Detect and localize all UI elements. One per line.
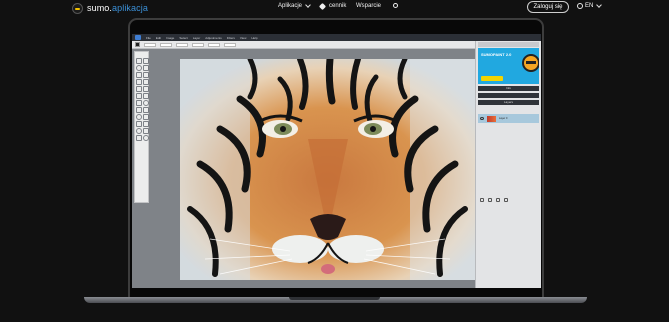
trash-icon[interactable] — [504, 198, 508, 202]
blur-tool-icon — [136, 114, 142, 120]
chevron-down-icon — [596, 2, 603, 8]
option-field — [160, 42, 172, 47]
option-field — [208, 42, 220, 47]
brush-tool-icon — [136, 79, 142, 85]
login-button[interactable]: Zaloguj się — [527, 1, 569, 13]
sumopaint-ad-banner[interactable]: SUMOPAINT 2.0 — [478, 48, 539, 84]
sumo-mascot-icon — [522, 54, 539, 72]
laptop-notch — [289, 297, 380, 300]
folder-icon[interactable] — [488, 198, 492, 202]
info-panel-bar[interactable]: Info — [478, 86, 539, 91]
nav-support-label: Wsparcie — [356, 3, 382, 9]
editor-canvas-area[interactable] — [150, 49, 475, 288]
lasso-tool-icon — [136, 65, 142, 71]
layer-name: Layer 0 — [499, 117, 508, 120]
settings-icon[interactable] — [496, 198, 500, 202]
select-tool-icon — [143, 58, 149, 64]
color-swatch — [135, 42, 140, 47]
sumo-mascot-icon — [72, 2, 83, 14]
tiger-illustration — [180, 59, 475, 280]
eye-icon[interactable] — [480, 117, 484, 120]
nav-apps-dropdown[interactable]: Aplikacje — [278, 2, 311, 9]
logo-text: sumo.aplikacja — [87, 3, 148, 13]
sumopaint-logo-icon — [135, 35, 141, 40]
add-layer-icon[interactable] — [480, 198, 484, 202]
ad-title: SUMOPAINT 2.0 — [481, 52, 512, 57]
fill-tool-icon — [143, 86, 149, 92]
nav-pricing-label: cennik — [329, 3, 347, 9]
pen-tool-icon — [143, 107, 149, 113]
nav-support-link[interactable]: Wsparcie — [356, 3, 381, 9]
panel-header — [478, 42, 539, 47]
editor-menubar: File Edit Image Select Layer Adjustments… — [132, 34, 541, 41]
nav-pricing-link[interactable]: cennik — [318, 2, 347, 10]
dodge-tool-icon — [136, 128, 142, 134]
ellipse-tool-icon — [143, 100, 149, 106]
option-field — [176, 42, 188, 47]
shape-tool-icon — [136, 100, 142, 106]
clone-tool-icon — [136, 121, 142, 127]
theme-toggle-icon — [393, 3, 398, 8]
tag-icon — [318, 2, 327, 10]
chevron-down-icon — [305, 2, 311, 8]
smudge-tool-icon — [143, 114, 149, 120]
eyedropper-tool-icon — [143, 72, 149, 78]
editor-menu-layer: Layer — [192, 35, 201, 40]
editor-menu-view: View — [239, 35, 247, 40]
theme-toggle[interactable] — [393, 3, 398, 8]
option-field — [144, 42, 156, 47]
editor-menu-filters: Filters — [226, 35, 235, 40]
editor-right-panel: SUMOPAINT 2.0 Info Layers Layer 0 — [475, 41, 541, 288]
panel-bar[interactable] — [478, 93, 539, 98]
editor-menu-select: Select — [179, 35, 188, 40]
top-navbar: sumo.aplikacja Aplikacje cennik Wsparcie… — [0, 0, 669, 16]
gradient-tool-icon — [136, 93, 142, 99]
eraser-tool-icon — [136, 86, 142, 92]
text-tool-icon — [143, 93, 149, 99]
pencil-tool-icon — [143, 79, 149, 85]
layers-footer — [478, 197, 540, 203]
laptop-screen: File Edit Image Select Layer Adjustments… — [132, 34, 541, 288]
layers-panel-bar[interactable]: Layers — [478, 100, 539, 105]
option-field — [192, 42, 204, 47]
move-tool-icon — [136, 58, 142, 64]
editor-menu-adjustments: Adjustments — [205, 35, 222, 40]
zoom-tool-icon — [143, 135, 149, 141]
language-label: EN — [585, 3, 594, 9]
ad-button[interactable] — [481, 76, 503, 81]
layer-thumbnail — [487, 115, 496, 122]
tiger-photo — [180, 59, 475, 280]
editor-toolbox — [134, 51, 149, 203]
editor-menu-edit: Edit — [155, 35, 162, 40]
burn-tool-icon — [143, 128, 149, 134]
editor-menu-help: Help — [251, 35, 258, 40]
hand-tool-icon — [136, 135, 142, 141]
editor-menu-image: Image — [166, 35, 175, 40]
crop-tool-icon — [136, 72, 142, 78]
globe-icon — [577, 3, 583, 9]
language-selector[interactable]: EN — [577, 2, 603, 9]
heal-tool-icon — [143, 121, 149, 127]
wand-tool-icon — [143, 65, 149, 71]
nav-apps-label: Aplikacje — [278, 3, 303, 9]
layer-options — [478, 108, 539, 113]
option-field — [224, 42, 236, 47]
line-tool-icon — [136, 107, 142, 113]
editor-menu-file: File — [146, 35, 151, 40]
site-logo[interactable]: sumo.aplikacja — [72, 2, 148, 14]
layer-row[interactable]: Layer 0 — [478, 114, 539, 123]
